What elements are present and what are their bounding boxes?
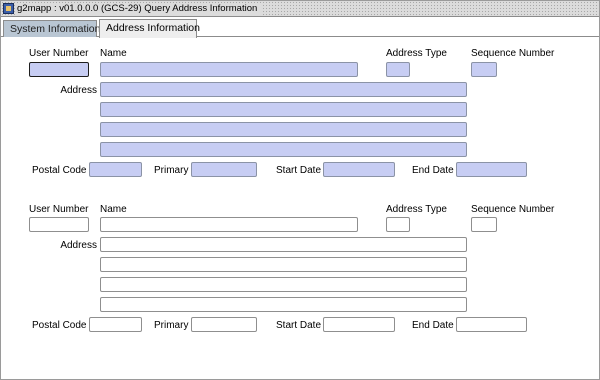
sequence-number-field[interactable] <box>471 62 497 77</box>
postal-code-label: Postal Code <box>32 320 87 331</box>
address-line-4-field[interactable] <box>100 142 467 157</box>
user-number-field[interactable] <box>29 217 89 232</box>
end-date-field[interactable] <box>456 162 527 177</box>
address-type-field[interactable] <box>386 62 410 77</box>
sequence-number-label: Sequence Number <box>471 48 555 59</box>
name-field[interactable] <box>100 217 358 232</box>
start-date-field[interactable] <box>323 162 395 177</box>
user-number-field[interactable] <box>29 62 89 77</box>
app-icon <box>3 3 14 14</box>
postal-code-label: Postal Code <box>32 165 87 176</box>
title-bar[interactable]: g2mapp : v01.0.0.0 (GCS-29) Query Addres… <box>1 1 599 17</box>
user-number-label: User Number <box>29 48 89 59</box>
postal-code-field[interactable] <box>89 317 142 332</box>
address-label: Address <box>60 85 97 96</box>
address-line-4-field[interactable] <box>100 297 467 312</box>
address-type-label: Address Type <box>386 204 447 215</box>
user-number-label: User Number <box>29 204 89 215</box>
start-date-label: Start Date <box>276 165 322 176</box>
sequence-number-label: Sequence Number <box>471 204 555 215</box>
address-label: Address <box>60 240 97 251</box>
tab-strip: System Information Address Information <box>1 18 599 38</box>
start-date-field[interactable] <box>323 317 395 332</box>
name-label: Name <box>100 48 127 59</box>
end-date-label: End Date <box>412 320 454 331</box>
primary-label: Primary <box>154 165 189 176</box>
name-label: Name <box>100 204 127 215</box>
end-date-label: End Date <box>412 165 454 176</box>
sequence-number-field[interactable] <box>471 217 497 232</box>
address-line-3-field[interactable] <box>100 122 467 137</box>
start-date-label: Start Date <box>276 320 322 331</box>
address-type-label: Address Type <box>386 48 447 59</box>
app-window: g2mapp : v01.0.0.0 (GCS-29) Query Addres… <box>0 0 600 380</box>
address-line-1-field[interactable] <box>100 237 467 252</box>
address-line-2-field[interactable] <box>100 102 467 117</box>
primary-label: Primary <box>154 320 189 331</box>
primary-field[interactable] <box>191 162 257 177</box>
end-date-field[interactable] <box>456 317 527 332</box>
primary-field[interactable] <box>191 317 257 332</box>
postal-code-field[interactable] <box>89 162 142 177</box>
address-type-field[interactable] <box>386 217 410 232</box>
window-title: g2mapp : v01.0.0.0 (GCS-29) Query Addres… <box>17 3 262 15</box>
address-line-2-field[interactable] <box>100 257 467 272</box>
name-field[interactable] <box>100 62 358 77</box>
address-line-3-field[interactable] <box>100 277 467 292</box>
address-line-1-field[interactable] <box>100 82 467 97</box>
tab-address-information[interactable]: Address Information <box>99 19 200 38</box>
tab-system-information[interactable]: System Information <box>3 20 100 37</box>
